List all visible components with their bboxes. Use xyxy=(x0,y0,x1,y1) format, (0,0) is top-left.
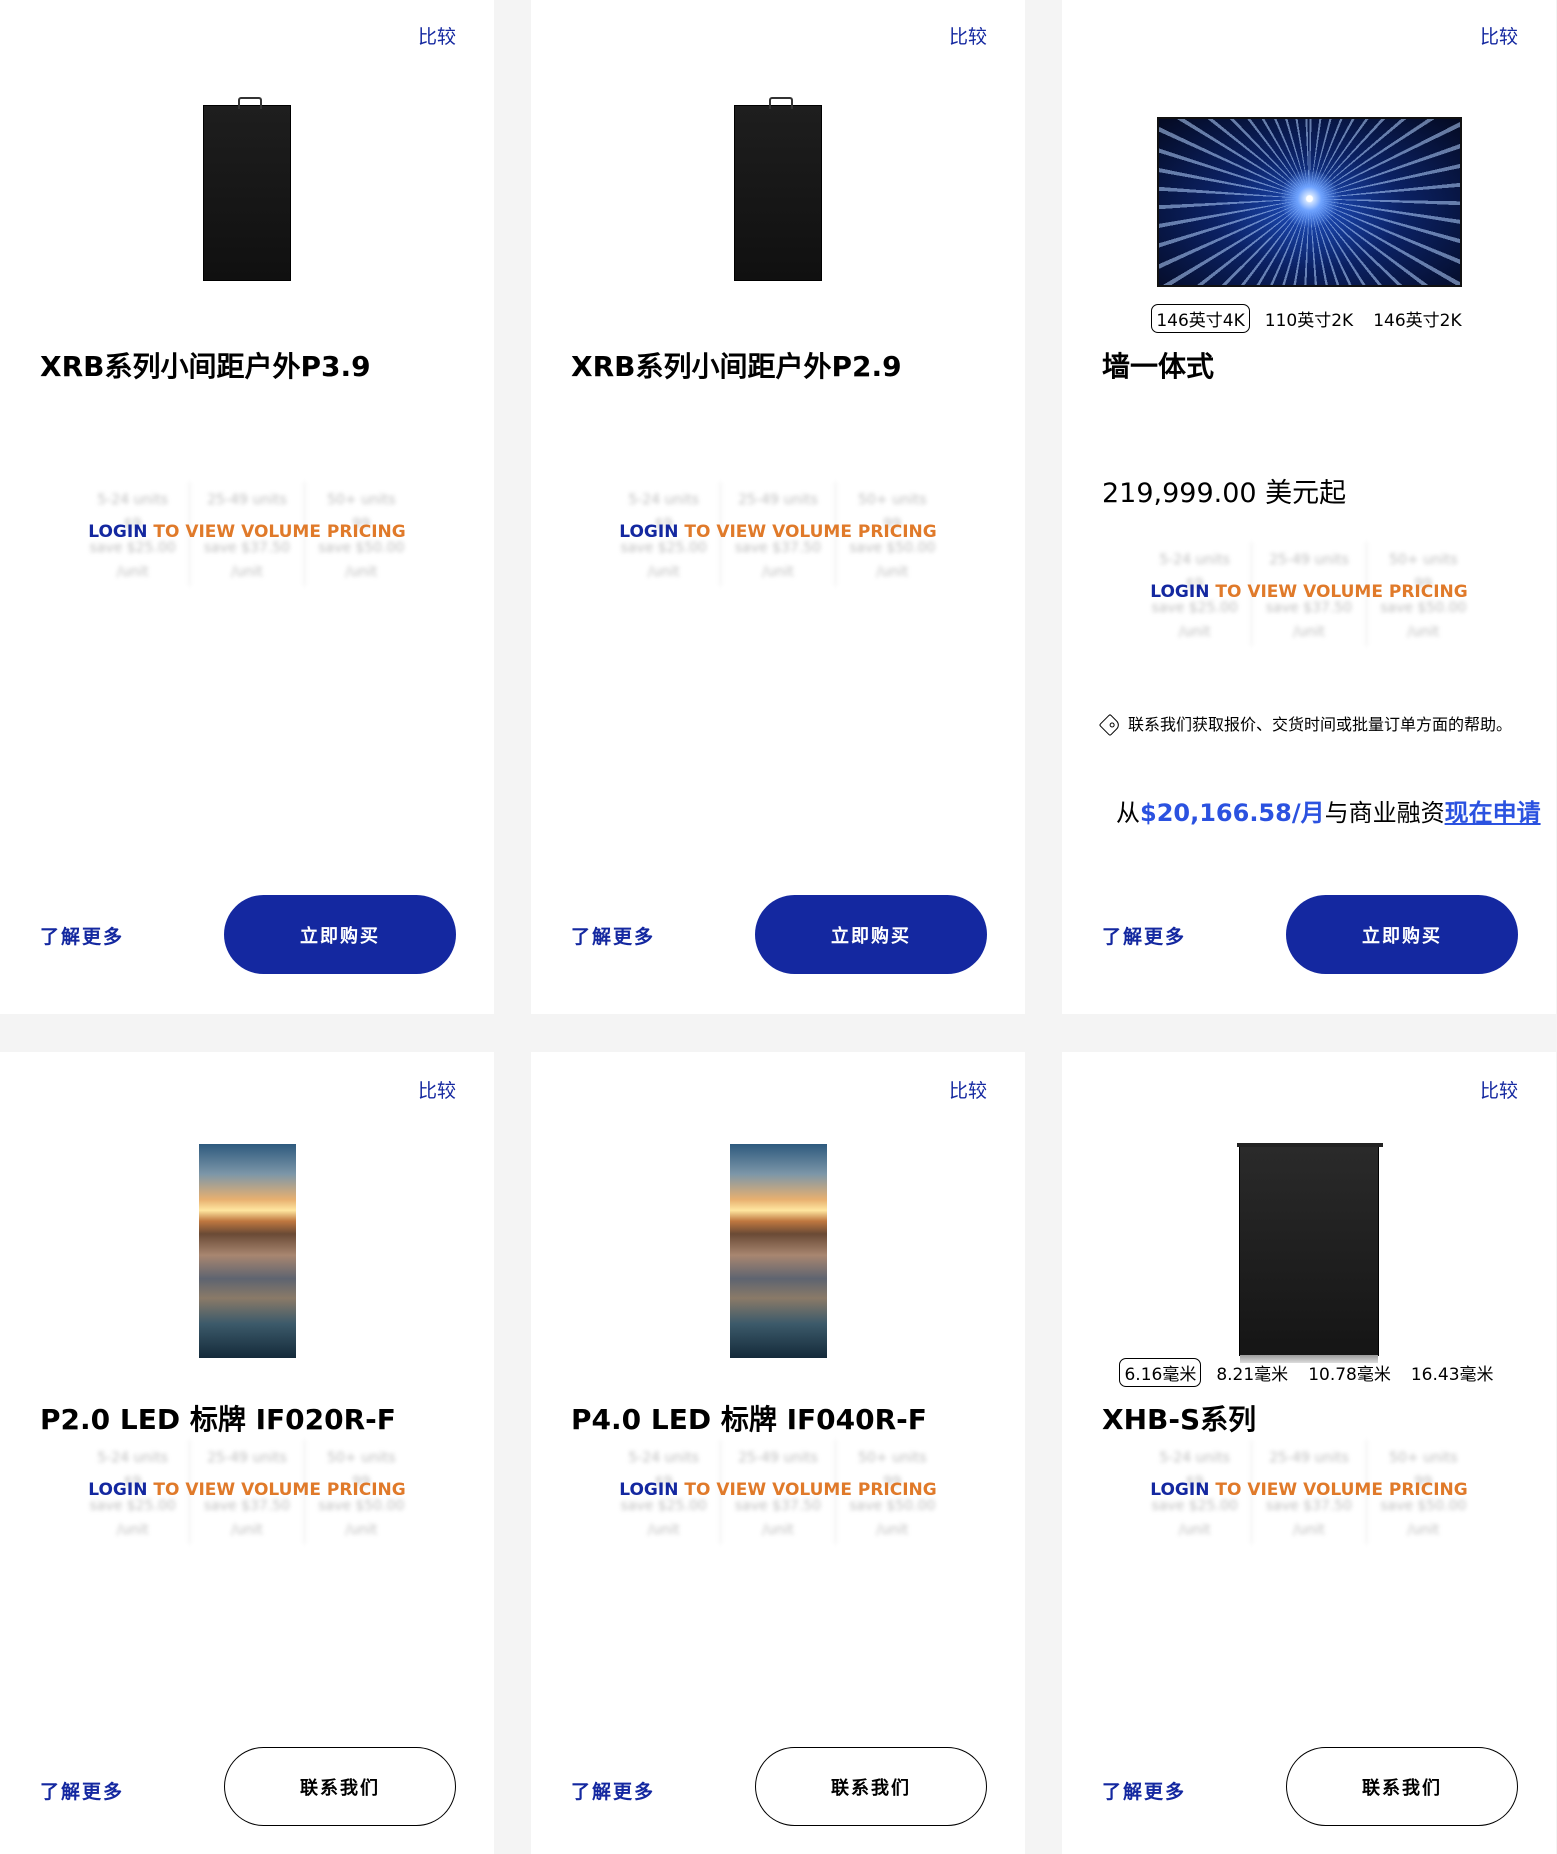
product-image[interactable] xyxy=(1062,117,1556,307)
contact-us-button[interactable]: 联系我们 xyxy=(755,1747,987,1826)
led-cabinet-image xyxy=(1237,1143,1383,1363)
product-grid: 比较 XRB系列小间距户外P3.9 5-24 units $9 save $25.0… xyxy=(0,0,1557,1854)
variant-option[interactable]: 8.21毫米 xyxy=(1211,1358,1293,1387)
learn-more-link[interactable]: 了解更多 xyxy=(1102,1777,1186,1804)
led-cabinet-image xyxy=(734,97,822,281)
login-volume-pricing-link[interactable]: LOGIN TO VIEW VOLUME PRICING xyxy=(607,1480,949,1500)
volume-pricing: 5-24 units $9 save $25.00/unit 25-49 units… xyxy=(1138,1440,1480,1544)
contact-note: 联系我们获取报价、交货时间或批量订单方面的帮助。 xyxy=(1098,712,1522,738)
volume-pricing: 5-24 units $9 save $25.00/unit 25-49 units… xyxy=(607,482,949,586)
variant-option[interactable]: 10.78毫米 xyxy=(1303,1358,1396,1387)
monthly-amount: $20,166.58/月 xyxy=(1140,799,1325,827)
volume-pricing: 5-24 units $9 save $25.00/unit 25-49 units… xyxy=(76,1440,418,1544)
learn-more-link[interactable]: 了解更多 xyxy=(40,1777,124,1804)
learn-more-link[interactable]: 了解更多 xyxy=(571,922,655,949)
learn-more-link[interactable]: 了解更多 xyxy=(571,1777,655,1804)
apply-now-link[interactable]: 现在申请 xyxy=(1445,799,1541,827)
login-volume-pricing-link[interactable]: LOGIN TO VIEW VOLUME PRICING xyxy=(1138,582,1480,602)
product-card: 比较 146英寸4K 110英寸2K 146英寸2K 墙一体式 219,999.… xyxy=(1062,0,1556,1014)
learn-more-link[interactable]: 了解更多 xyxy=(1102,922,1186,949)
contact-note-text: 联系我们获取报价、交货时间或批量订单方面的帮助。 xyxy=(1128,715,1513,734)
product-price: 219,999.00 美元起 xyxy=(1102,478,1347,509)
product-image[interactable] xyxy=(0,1144,494,1358)
login-volume-pricing-link[interactable]: LOGIN TO VIEW VOLUME PRICING xyxy=(607,522,949,542)
variant-option[interactable]: 146英寸2K xyxy=(1368,304,1466,333)
sunset-signage-image xyxy=(729,1144,827,1358)
variant-selector: 146英寸4K 110英寸2K 146英寸2K xyxy=(1062,304,1556,333)
volume-pricing: 5-24 units $9 save $25.00/unit 25-49 units… xyxy=(76,482,418,586)
buy-now-button[interactable]: 立即购买 xyxy=(224,895,456,974)
compare-link[interactable]: 比较 xyxy=(949,1076,987,1103)
product-image[interactable] xyxy=(1062,1143,1556,1363)
login-volume-pricing-link[interactable]: LOGIN TO VIEW VOLUME PRICING xyxy=(1138,1480,1480,1500)
buy-now-button[interactable]: 立即购买 xyxy=(755,895,987,974)
product-title[interactable]: 墙一体式 xyxy=(1102,345,1214,385)
financing-offer: 从$20,166.58/月与商业融资现在申请 xyxy=(1116,799,1541,827)
learn-more-link[interactable]: 了解更多 xyxy=(40,922,124,949)
login-volume-pricing-link[interactable]: LOGIN TO VIEW VOLUME PRICING xyxy=(76,1480,418,1500)
product-title[interactable]: P2.0 LED 标牌 IF020R-F xyxy=(40,1398,396,1438)
contact-us-button[interactable]: 联系我们 xyxy=(224,1747,456,1826)
price-tag-icon xyxy=(1098,713,1122,737)
compare-link[interactable]: 比较 xyxy=(418,1076,456,1103)
login-volume-pricing-link[interactable]: LOGIN TO VIEW VOLUME PRICING xyxy=(76,522,418,542)
compare-link[interactable]: 比较 xyxy=(949,22,987,49)
compare-link[interactable]: 比较 xyxy=(1480,22,1518,49)
product-card: 比较 XRB系列小间距户外P2.9 5-24 units $9 save $25.0… xyxy=(531,0,1025,1014)
sunset-signage-image xyxy=(198,1144,296,1358)
buy-now-button[interactable]: 立即购买 xyxy=(1286,895,1518,974)
led-cabinet-image xyxy=(203,97,291,281)
product-image[interactable] xyxy=(531,97,1025,295)
product-image[interactable] xyxy=(0,97,494,295)
compare-link[interactable]: 比较 xyxy=(418,22,456,49)
variant-option[interactable]: 110英寸2K xyxy=(1260,304,1358,333)
volume-pricing: 5-24 units $9 save $25.00/unit 25-49 units… xyxy=(1138,542,1480,646)
volume-pricing: 5-24 units $9 save $25.00/unit 25-49 units… xyxy=(607,1440,949,1544)
product-title[interactable]: P4.0 LED 标牌 IF040R-F xyxy=(571,1398,927,1438)
product-title[interactable]: XRB系列小间距户外P2.9 xyxy=(571,345,902,385)
compare-link[interactable]: 比较 xyxy=(1480,1076,1518,1103)
variant-selector: 6.16毫米 8.21毫米 10.78毫米 16.43毫米 xyxy=(1062,1358,1556,1387)
product-card: 比较 6.16毫米 8.21毫米 10.78毫米 16.43毫米 XHB-S系列… xyxy=(1062,1052,1556,1854)
variant-option[interactable]: 16.43毫米 xyxy=(1406,1358,1499,1387)
variant-option[interactable]: 146英寸4K xyxy=(1151,304,1250,333)
product-image[interactable] xyxy=(531,1144,1025,1358)
contact-us-button[interactable]: 联系我们 xyxy=(1286,1747,1518,1826)
product-card: 比较 P4.0 LED 标牌 IF040R-F 5-24 units $9 save… xyxy=(531,1052,1025,1854)
product-title[interactable]: XRB系列小间距户外P3.9 xyxy=(40,345,371,385)
product-card: 比较 P2.0 LED 标牌 IF020R-F 5-24 units $9 save… xyxy=(0,1052,494,1854)
variant-option[interactable]: 6.16毫米 xyxy=(1119,1358,1202,1387)
led-wall-image xyxy=(1156,117,1462,287)
product-title[interactable]: XHB-S系列 xyxy=(1102,1398,1256,1438)
product-card: 比较 XRB系列小间距户外P3.9 5-24 units $9 save $25.0… xyxy=(0,0,494,1014)
